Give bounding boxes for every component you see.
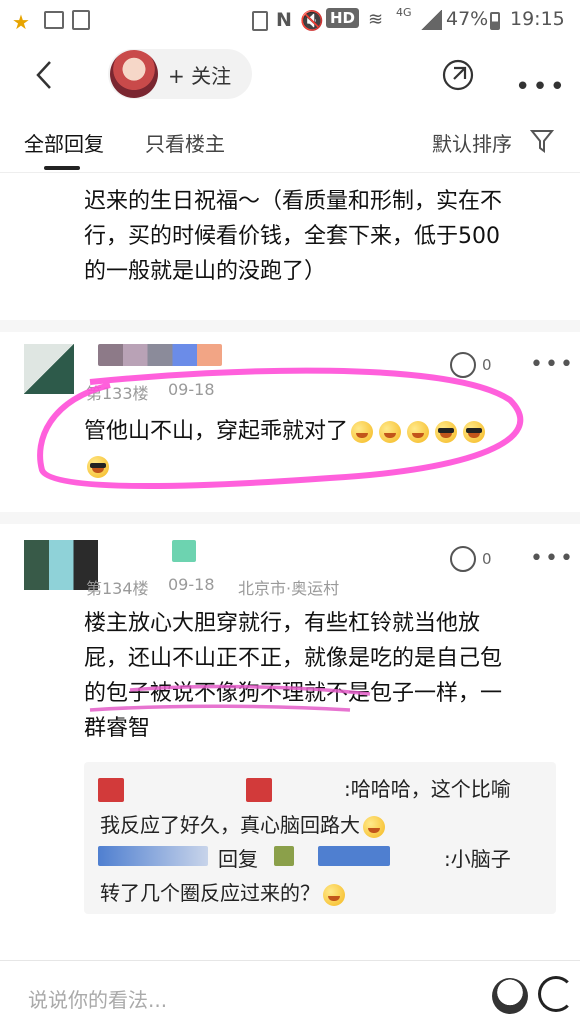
sort-button[interactable]: 默认排序 [432, 128, 512, 157]
emoji-icon[interactable] [538, 976, 574, 1012]
floor-number: 第134楼 [86, 579, 149, 598]
filter-icon[interactable] [530, 128, 554, 154]
top-nav [0, 40, 580, 112]
username[interactable] [274, 846, 294, 866]
reply-text: :小脑子 [444, 847, 511, 871]
like-count: 0 [482, 550, 492, 568]
battery-icon [490, 12, 500, 30]
post-line: 楼主放心大胆穿就行，有些杠铃就当他放 [84, 611, 481, 636]
share-icon[interactable] [441, 58, 475, 92]
divider [0, 960, 580, 961]
post-line: 的一般就是山的没跑了） [84, 259, 327, 284]
wifi-icon: ≋ [368, 9, 384, 30]
signal-icon [420, 10, 442, 30]
username[interactable] [98, 778, 124, 802]
reply-text: 我反应了好久，真心脑回路大 [100, 808, 550, 843]
back-arrow-icon[interactable] [28, 58, 62, 92]
like-icon[interactable] [450, 546, 476, 572]
post-line: 迟来的生日祝福～（看质量和形制，实在不 [84, 189, 503, 214]
post-line: 群睿智 [84, 716, 151, 741]
clock: 19:15 [510, 8, 565, 30]
more-options-icon[interactable]: ••• [515, 72, 567, 102]
highlight-circle [37, 367, 524, 490]
status-bar: ★ N 🔇 HD ≋ 4G 47% 19:15 [0, 0, 580, 40]
username[interactable] [318, 846, 390, 866]
separator [0, 512, 580, 524]
hd-badge: HD [326, 8, 360, 28]
panda-sticker-icon[interactable] [492, 978, 528, 1014]
image-icon [44, 11, 64, 29]
separator [0, 320, 580, 332]
reply-line: 我反应了好久，真心脑回路大 [100, 813, 360, 837]
star-icon: ★ [12, 10, 30, 34]
highlight-underline [89, 684, 371, 712]
grin-emoji-icon [363, 815, 385, 838]
avatar[interactable] [110, 50, 158, 98]
post-location: 北京市·奥运村 [238, 579, 340, 598]
post-line: 行，买的时候看价钱，全套下来，低于500 [84, 224, 500, 249]
post-body: 迟来的生日祝福～（看质量和形制，实在不 行，买的时候看价钱，全套下来，低于500… [84, 184, 564, 289]
mute-icon: 🔇 [300, 10, 324, 32]
battery-percent: 47% [446, 8, 489, 30]
reply-line: 转了几个圈反应过来的？ [100, 881, 320, 905]
tab-op-only[interactable]: 只看楼主 [145, 128, 225, 157]
username[interactable] [246, 778, 272, 802]
nfc-icon: N [276, 9, 292, 31]
battery-saver-icon [252, 11, 268, 31]
username[interactable] [98, 846, 208, 866]
username[interactable] [172, 540, 196, 562]
smile-emoji-icon [323, 883, 345, 906]
post-body: 楼主放心大胆穿就行，有些杠铃就当他放 屁，还山不山正不正，就像是吃的是自己包 的… [84, 606, 564, 746]
reply-text: 转了几个圈反应过来的？ [100, 876, 550, 911]
reply-text: :哈哈哈，这个比喻 [344, 777, 511, 801]
reply-label: 回复 [218, 847, 258, 871]
post-line: 屁，还山不山正不正，就像是吃的是自己包 [84, 646, 503, 671]
calendar-icon [72, 10, 90, 30]
follow-button[interactable]: + 关注 [168, 60, 231, 89]
comment-input[interactable]: 说说你的看法... [28, 984, 167, 1013]
divider [0, 172, 580, 173]
tab-underline [44, 166, 80, 170]
network-type: 4G [396, 6, 412, 19]
tab-all-replies[interactable]: 全部回复 [24, 128, 104, 157]
more-options-icon[interactable]: ••• [530, 546, 575, 571]
post-date: 09-18 [168, 575, 215, 594]
